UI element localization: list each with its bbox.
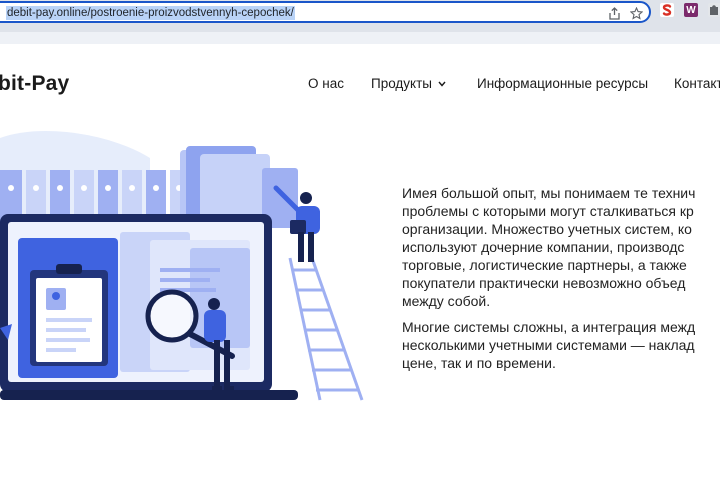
intro-line: Имея большой опыт, мы понимаем те технич [402, 185, 696, 201]
intro-line: между собой. [402, 293, 491, 309]
intro-line: используют дочерние компании, производс [402, 239, 685, 255]
url-text[interactable]: debit-pay.online/postroenie-proizvodstve… [6, 6, 295, 20]
nav-contacts[interactable]: Контакт [674, 76, 720, 91]
share-icon[interactable] [607, 6, 621, 20]
browser-bookmark-strip [0, 32, 720, 44]
intro-line: торговые, логистические партнеры, а такж… [402, 257, 687, 273]
intro-line: организации. Множество учетных систем, к… [402, 221, 692, 237]
integration-line: несколькими учетными системами — наклад [402, 337, 695, 353]
browser-toolbar: debit-pay.online/postroenie-proizvodstve… [0, 0, 720, 32]
nav-products[interactable]: Продукты [371, 76, 446, 91]
extension-puzzle-icon[interactable] [708, 3, 720, 17]
chevron-down-icon [438, 81, 446, 88]
ladder [288, 257, 364, 401]
integration-paragraph: Многие системы сложны, а интеграция межд… [402, 318, 720, 372]
site-logo[interactable]: bit-Pay [0, 72, 69, 96]
extension-s-icon[interactable] [660, 3, 674, 17]
intro-line: покупатели практически невозможно объед [402, 275, 686, 291]
nav-products-label: Продукты [371, 76, 432, 91]
extension-w-icon[interactable]: W [684, 3, 698, 17]
integration-line: цене, так и по времени. [402, 355, 556, 371]
nav-info-resources[interactable]: Информационные ресурсы [477, 76, 648, 91]
intro-paragraph: Имея большой опыт, мы понимаем те технич… [402, 184, 720, 310]
nav-about[interactable]: О нас [308, 76, 344, 91]
bookmark-star-icon[interactable] [629, 6, 643, 20]
intro-line: проблемы с которыми могут сталкиваться к… [402, 203, 694, 219]
address-bar[interactable]: debit-pay.online/postroenie-proizvodstve… [0, 1, 651, 23]
integration-line: Многие системы сложны, а интеграция межд [402, 319, 696, 335]
hero-illustration [0, 130, 364, 401]
